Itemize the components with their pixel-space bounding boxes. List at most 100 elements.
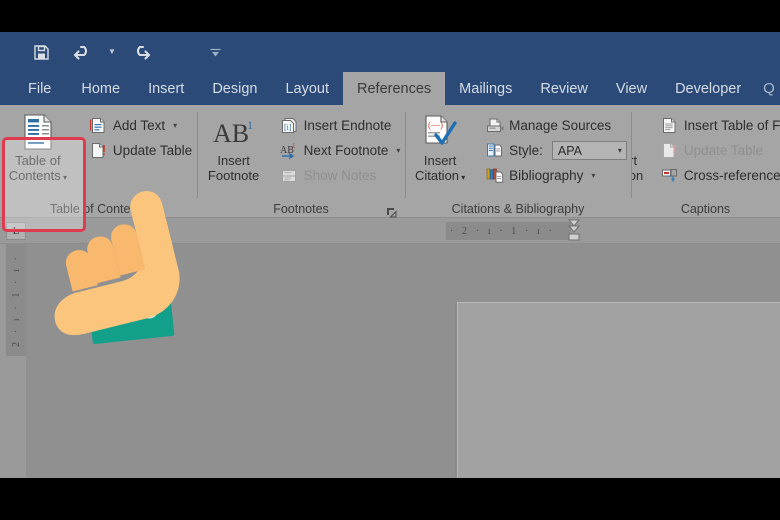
quick-access-toolbar: ▼ (0, 32, 780, 72)
table-of-contents-icon (23, 112, 53, 152)
letterbox-top (0, 0, 780, 32)
group-label-footnotes-text: Footnotes (273, 202, 329, 216)
citation-style-caret-icon[interactable]: ▾ (618, 146, 622, 155)
redo-icon[interactable] (120, 32, 162, 72)
insert-citation-button[interactable]: (—) Insert Citation ▾ (405, 109, 475, 185)
tab-review-label: Review (540, 80, 588, 97)
insert-caption-icon (631, 112, 636, 152)
insert-footnote-button[interactable]: AB 1 Insert Footnote (198, 109, 270, 183)
insert-citation-line1: Insert (423, 153, 457, 168)
insert-endnote-button[interactable]: [i] Insert Endnote (276, 113, 405, 138)
tab-insert[interactable]: Insert (134, 72, 198, 105)
vruler-margin-marks: 2 · ı · 1 · ı · (10, 253, 22, 347)
insert-table-of-figures-label: Insert Table of Figures (683, 118, 780, 133)
next-footnote-button[interactable]: AB 1 Next Footnote ▾ (276, 138, 405, 163)
bibliography-caret-icon[interactable]: ▾ (591, 171, 595, 180)
insert-citation-button-label: Insert Citation ▾ (415, 153, 465, 185)
tab-references[interactable]: References (343, 72, 446, 105)
tab-selector-button[interactable]: L (6, 222, 26, 240)
tell-me-search-icon[interactable]: Q (763, 72, 775, 105)
style-label: Style: (509, 143, 543, 158)
tell-me-label: Q (763, 80, 775, 97)
footnotes-dialog-launcher-icon[interactable] (386, 205, 397, 218)
tab-developer-label: Developer (675, 80, 742, 97)
ribbon-group-footnotes: AB 1 Insert Footnote [i] Insert Endnote … (197, 105, 405, 218)
bibliography-icon (485, 166, 504, 185)
tab-layout[interactable]: Layout (271, 72, 343, 105)
tab-review[interactable]: Review (526, 72, 602, 105)
bibliography-label: Bibliography (509, 168, 584, 183)
undo-icon[interactable] (62, 32, 104, 72)
insert-footnote-line2: Footnote (207, 168, 260, 183)
show-notes-label: Show Notes (303, 168, 377, 183)
tab-home-label: Home (81, 80, 121, 97)
svg-text:AB: AB (213, 119, 249, 148)
update-table-label: Update Table (112, 143, 193, 158)
svg-text:1: 1 (292, 142, 296, 150)
tab-view-label: View (615, 80, 648, 97)
tab-selector-label: L (12, 225, 20, 237)
update-table-figures-label: Update Table (683, 143, 764, 158)
insert-citation-line2: Citation (414, 168, 460, 183)
tab-references-label: References (357, 80, 432, 97)
tab-home[interactable]: Home (67, 72, 134, 105)
insert-endnote-icon: [i] (280, 116, 299, 135)
vertical-ruler[interactable]: 2 · ı · 1 · ı · ı · 1 · ı · 2 (6, 244, 457, 478)
pointing-hand-cursor (28, 180, 208, 370)
group-label-citations-bibliography: Citations & Bibliography (451, 202, 585, 216)
ruler-left-margin: · 2 · ı · 1 · ı · (446, 222, 571, 240)
ruler-left-margin-marks: · 2 · ı · 1 · ı · (450, 225, 555, 237)
tab-file-label: File (28, 80, 52, 97)
table-of-contents-button[interactable]: Table of Contents ▾ (1, 109, 75, 185)
insert-caption-line1: Insert (631, 153, 638, 168)
tab-mailings-label: Mailings (459, 80, 513, 97)
update-table-figures-button: Update Table (656, 138, 780, 163)
citation-style-dropdown[interactable]: APA ▾ (551, 141, 627, 160)
add-text-caret-icon[interactable]: ▾ (173, 121, 177, 130)
tab-view[interactable]: View (602, 72, 661, 105)
tab-design[interactable]: Design (198, 72, 271, 105)
insert-endnote-label: Insert Endnote (303, 118, 392, 133)
group-label-footnotes: Footnotes (203, 200, 399, 218)
undo-dropdown-caret-icon[interactable]: ▼ (104, 32, 120, 72)
toc-label-line1: Table of (15, 153, 61, 168)
word-window: ▼ File Home Insert Design Layout Referen… (0, 32, 780, 478)
add-text-label: Add Text (112, 118, 166, 133)
save-icon[interactable] (20, 32, 62, 72)
tab-file[interactable]: File (14, 72, 67, 105)
add-text-button[interactable]: Add Text ▾ (85, 113, 196, 138)
svg-text:1: 1 (247, 118, 253, 132)
insert-citation-caret-icon[interactable]: ▾ (459, 173, 465, 182)
indent-markers[interactable] (567, 218, 581, 244)
insert-footnote-button-label: Insert Footnote (208, 153, 259, 183)
group-label-captions: Captions (680, 202, 731, 216)
manage-sources-label: Manage Sources (509, 118, 612, 133)
ribbon-tab-strip: File Home Insert Design Layout Reference… (0, 72, 780, 105)
show-notes-icon (280, 166, 299, 185)
bibliography-button[interactable]: Bibliography ▾ (481, 163, 631, 188)
svg-text:[i]: [i] (284, 123, 292, 132)
insert-table-of-figures-button[interactable]: Insert Table of Figures (656, 113, 780, 138)
citation-style-value: APA (557, 143, 582, 158)
tab-mailings[interactable]: Mailings (445, 72, 526, 105)
insert-caption-button[interactable]: Insert Caption (631, 109, 652, 183)
citation-style-row[interactable]: Style: APA ▾ (481, 138, 631, 163)
customize-qat-icon[interactable] (198, 32, 232, 72)
ribbon-group-captions: Insert Caption (631, 105, 780, 218)
next-footnote-label: Next Footnote (303, 143, 389, 158)
tab-layout-label: Layout (285, 80, 330, 97)
manage-sources-button[interactable]: Manage Sources (481, 113, 631, 138)
svg-text:(—): (—) (428, 120, 443, 130)
insert-footnote-line1: Insert (217, 153, 250, 168)
tab-developer[interactable]: Developer (661, 72, 755, 105)
update-table-button[interactable]: Update Table (85, 138, 196, 163)
cross-reference-button[interactable]: Cross-reference (656, 163, 780, 188)
word-application-window: ▼ File Home Insert Design Layout Referen… (0, 0, 780, 520)
document-page[interactable] (457, 302, 780, 478)
insert-footnote-icon: AB 1 (211, 112, 257, 152)
update-table-figures-icon (660, 141, 679, 160)
insert-caption-line2: Caption (631, 168, 644, 183)
ribbon-group-citations-bibliography: (—) Insert Citation ▾ Manage Sources Sty… (405, 105, 631, 218)
cross-reference-label: Cross-reference (683, 168, 780, 183)
next-footnote-caret-icon[interactable]: ▾ (396, 146, 400, 155)
